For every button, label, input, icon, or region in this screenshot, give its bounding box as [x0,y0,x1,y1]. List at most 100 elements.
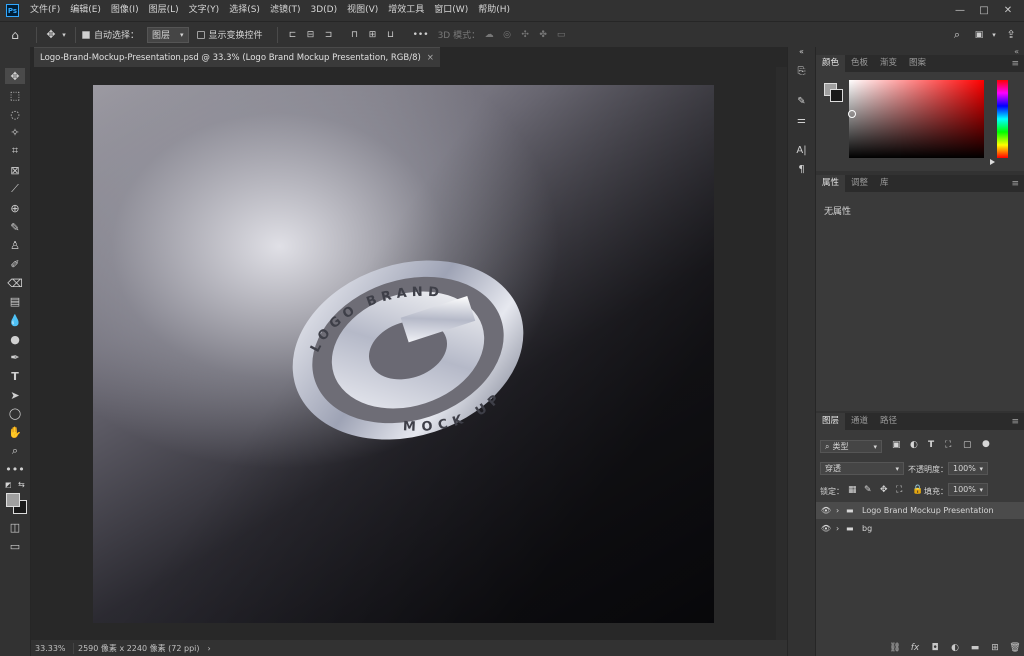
add-mask-icon[interactable]: ◘ [925,643,945,653]
search-icon[interactable]: ⌕ [946,28,968,42]
character-panel-icon[interactable]: A| [793,142,810,158]
history-brush-tool-icon[interactable]: ✐ [5,256,25,272]
frame-tool-icon[interactable]: ⊠ [5,162,25,178]
home-icon[interactable]: ⌂ [0,28,30,42]
tab-layers[interactable]: 图层 [816,413,846,430]
show-transform-checkbox[interactable] [196,30,205,39]
expand-group-icon[interactable]: › [836,506,846,515]
3d-slide-icon[interactable]: ✤ [534,30,552,40]
align-top-icon[interactable]: ⊓ [346,30,364,40]
lock-transparent-icon[interactable]: ▦ [848,485,857,495]
ellipse-tool-icon[interactable]: ◯ [5,405,25,421]
link-layers-icon[interactable]: ⛓ [885,643,905,653]
default-colors-icon[interactable]: ◩ [5,481,13,489]
collapse-dock-icon[interactable]: « [793,47,810,56]
panel-menu-icon[interactable]: ≡ [1011,417,1019,427]
marquee-tool-icon[interactable]: ⬚ [5,87,25,103]
3d-orbit-icon[interactable]: ☁ [480,30,498,40]
move-tool-icon[interactable]: ✥ [43,28,59,41]
menu-layer[interactable]: 图层(L) [144,0,184,21]
more-options-button[interactable]: ••• [410,30,432,40]
tab-gradients[interactable]: 渐变 [874,55,903,72]
edit-toolbar-icon[interactable]: ••• [5,461,25,477]
workspace-icon[interactable]: ▣ [968,30,990,40]
menu-window[interactable]: 窗口(W) [429,0,473,21]
crop-tool-icon[interactable]: ⌗ [5,143,25,159]
fill-input[interactable]: 100% ▾ [948,483,988,496]
filter-toggle-icon[interactable]: ● [982,439,990,449]
zoom-level[interactable]: 33.33% [35,644,69,653]
panel-menu-icon[interactable]: ≡ [1011,59,1019,69]
visibility-eye-icon[interactable]: 👁 [816,524,836,533]
tab-channels[interactable]: 通道 [845,413,874,430]
filter-smart-object-icon[interactable]: ▢ [963,440,972,450]
align-right-icon[interactable]: ⊐ [320,30,338,40]
minimize-button[interactable]: — [948,0,972,21]
artwork-canvas[interactable]: LOGO BRAND MOCK UP [93,85,714,623]
menu-select[interactable]: 选择(S) [224,0,265,21]
menu-file[interactable]: 文件(F) [25,0,65,21]
blend-mode-dropdown[interactable]: 穿透 ▾ [820,462,904,475]
3d-drag-icon[interactable]: ✣ [516,30,534,40]
3d-scale-icon[interactable]: ▭ [552,30,570,40]
layer-style-icon[interactable]: fx [905,643,925,653]
tab-swatches[interactable]: 色板 [845,55,874,72]
move-tool-icon[interactable]: ✥ [5,68,25,84]
filter-shape-icon[interactable]: ⛶ [945,440,951,450]
magic-wand-tool-icon[interactable]: ✧ [5,124,25,140]
delete-layer-icon[interactable]: 🗑 [1005,643,1024,653]
lasso-tool-icon[interactable]: ◌ [5,106,25,122]
color-bg-swatch[interactable] [830,89,843,102]
lock-artboard-icon[interactable]: ⛶ [896,485,902,495]
eyedropper-tool-icon[interactable]: ⟋ [5,181,25,197]
quick-mask-icon[interactable]: ◫ [5,519,25,535]
align-bottom-icon[interactable]: ⊔ [382,30,400,40]
paragraph-panel-icon[interactable]: ¶ [793,161,810,177]
layer-filter-dropdown[interactable]: ⌕ 类型 ▾ [820,440,882,453]
tab-properties[interactable]: 属性 [816,175,846,192]
tab-patterns[interactable]: 图案 [903,55,932,72]
share-icon[interactable]: ⇪ [998,28,1024,41]
dodge-tool-icon[interactable]: ● [5,331,25,347]
align-left-icon[interactable]: ⊏ [284,30,302,40]
foreground-color-swatch[interactable] [6,493,20,507]
vertical-scrollbar[interactable] [776,67,787,640]
new-group-icon[interactable]: ▬ [965,643,985,653]
eraser-tool-icon[interactable]: ⌫ [5,275,25,291]
menu-edit[interactable]: 编辑(E) [65,0,106,21]
filter-pixel-icon[interactable]: ▣ [892,440,901,450]
tab-adjustments[interactable]: 调整 [845,175,874,192]
blur-tool-icon[interactable]: 💧 [5,312,25,328]
swap-colors-icon[interactable]: ⇆ [18,480,25,489]
history-panel-icon[interactable]: ⎘ [793,63,810,79]
tab-libraries[interactable]: 库 [874,175,895,192]
auto-select-checkbox[interactable] [82,30,90,39]
maximize-button[interactable]: □ [972,0,996,21]
chevron-down-icon[interactable]: ▾ [990,31,998,39]
expand-group-icon[interactable]: › [836,524,846,533]
brush-settings-icon[interactable]: ✎ [793,93,810,109]
menu-3d[interactable]: 3D(D) [305,0,342,21]
hand-tool-icon[interactable]: ✋ [5,424,25,440]
type-tool-icon[interactable]: T [5,368,25,384]
layer-row[interactable]: 👁 › ▬ bg [816,520,1024,537]
visibility-eye-icon[interactable]: 👁 [816,506,836,515]
path-selection-tool-icon[interactable]: ➤ [5,387,25,403]
gradient-tool-icon[interactable]: ▤ [5,293,25,309]
zoom-tool-icon[interactable]: ⌕ [5,443,25,459]
close-tab-icon[interactable]: × [427,53,434,63]
status-arrow-icon[interactable]: › [208,644,211,653]
brush-tool-icon[interactable]: ✎ [5,219,25,235]
3d-roll-icon[interactable]: ◎ [498,30,516,40]
menu-view[interactable]: 视图(V) [342,0,383,21]
tab-color[interactable]: 颜色 [816,55,846,72]
lock-position-icon[interactable]: ✥ [880,485,888,495]
close-window-button[interactable]: ✕ [996,0,1020,21]
adjustments-icon[interactable]: ⚌ [793,112,810,128]
panel-menu-icon[interactable]: ≡ [1011,179,1019,189]
screen-mode-icon[interactable]: ▭ [5,538,25,554]
menu-type[interactable]: 文字(Y) [184,0,225,21]
hue-slider-handle[interactable] [990,159,995,165]
tab-paths[interactable]: 路径 [874,413,903,430]
filter-type-icon[interactable]: T [928,440,934,450]
